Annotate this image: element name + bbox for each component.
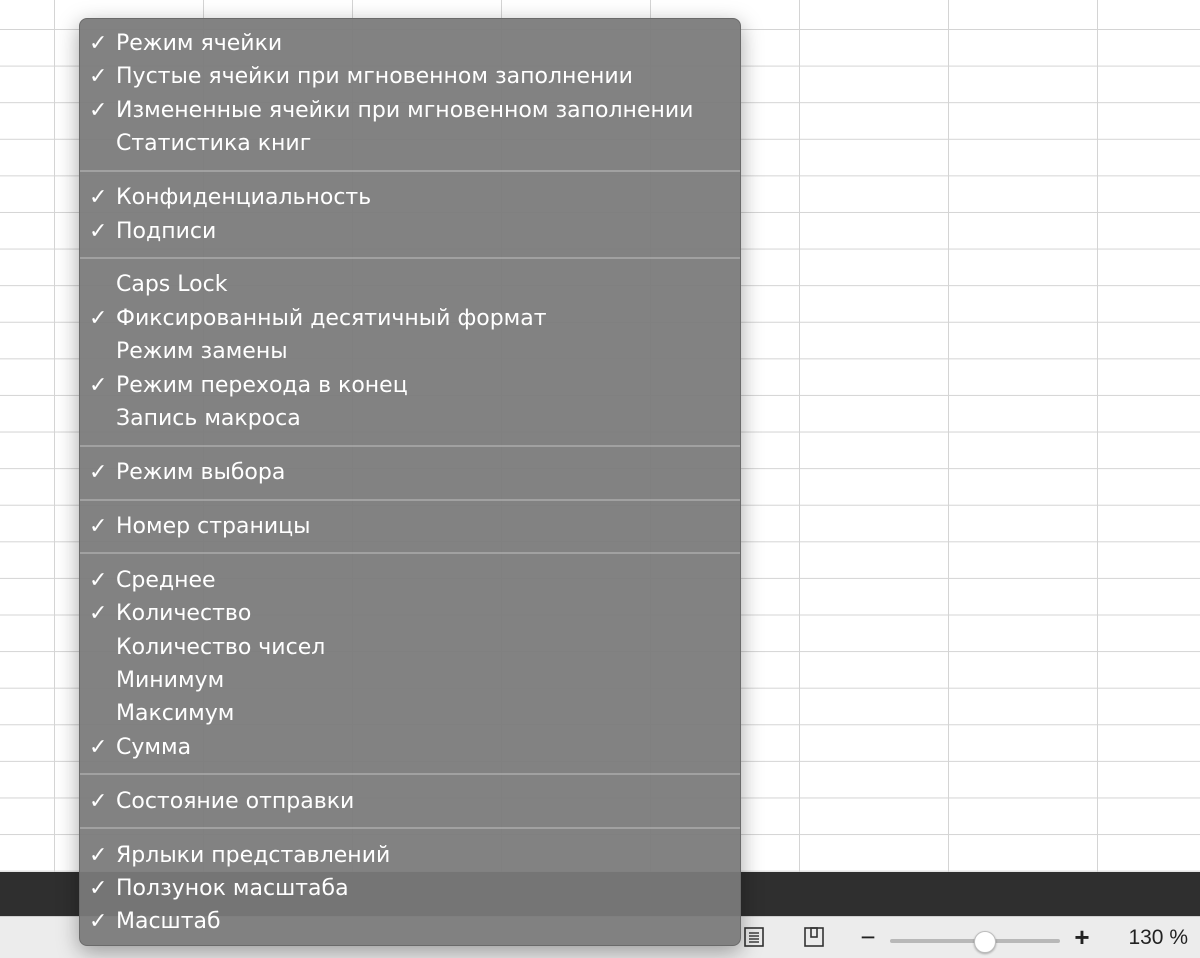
excel-window: − + 130 % ✓ Режим ячейки ✓ Пустые ячейки пр… xyxy=(0,0,1200,958)
checkmark-icon: ✓ xyxy=(89,909,108,935)
menu-item[interactable]: ✓ Сумма xyxy=(80,731,740,764)
menu-item[interactable]: Количество чисел xyxy=(80,631,740,664)
menu-item-label: Номер страницы xyxy=(116,513,311,539)
menu-item-label: Статистика книг xyxy=(116,131,312,157)
menu-item[interactable]: ✓ Ползунок масштаба xyxy=(80,872,740,905)
menu-item[interactable]: Статистика книг xyxy=(80,127,740,160)
checkmark-icon: ✓ xyxy=(89,185,108,211)
checkmark-icon: ✓ xyxy=(89,459,108,485)
zoom-in-button[interactable]: + xyxy=(1072,923,1092,951)
checkmark-icon xyxy=(89,631,113,664)
menu-item[interactable]: ✓ Пустые ячейки при мгновенном заполнении xyxy=(80,60,740,93)
menu-item-label: Режим перехода в конец xyxy=(116,372,408,398)
menu-separator xyxy=(80,444,740,447)
menu-item-label: Измененные ячейки при мгновенном заполне… xyxy=(116,97,694,123)
zoom-level-label[interactable]: 130 % xyxy=(1108,925,1188,951)
menu-item[interactable]: ✓ Режим перехода в конец xyxy=(80,369,740,402)
menu-item[interactable]: ✓ Режим выбора xyxy=(80,456,740,489)
page-break-view-icon[interactable] xyxy=(804,927,824,947)
menu-item[interactable]: ✓ Ярлыки представлений xyxy=(80,839,740,872)
menu-item-label: Количество xyxy=(116,601,252,627)
menu-item-label: Режим ячейки xyxy=(116,31,283,56)
menu-item-label: Фиксированный десятичный формат xyxy=(116,305,547,331)
checkmark-icon xyxy=(89,127,113,160)
checkmark-icon xyxy=(89,402,113,435)
menu-item-label: Конфиденциальность xyxy=(116,185,372,211)
checkmark-icon: ✓ xyxy=(89,513,108,539)
menu-separator xyxy=(80,257,740,260)
menu-item-label: Максимум xyxy=(116,701,235,727)
checkmark-icon: ✓ xyxy=(89,372,108,398)
checkmark-icon: ✓ xyxy=(89,218,108,244)
status-bar-context-menu: ✓ Режим ячейки ✓ Пустые ячейки при мгновенн… xyxy=(79,18,741,946)
menu-item-label: Количество чисел xyxy=(116,634,326,660)
menu-item[interactable]: ✓ Состояние отправки xyxy=(80,785,740,818)
menu-item[interactable]: Минимум xyxy=(80,664,740,697)
checkmark-icon: ✓ xyxy=(89,567,108,593)
menu-item-label: Среднее xyxy=(116,567,216,593)
checkmark-icon xyxy=(89,697,113,730)
menu-item[interactable]: Запись макроса xyxy=(80,402,740,435)
menu-item[interactable]: ✓ Количество xyxy=(80,597,740,630)
checkmark-icon: ✓ xyxy=(89,842,108,868)
menu-item-label: Подписи xyxy=(116,218,217,244)
checkmark-icon: ✓ xyxy=(89,601,108,627)
menu-item[interactable]: ✓ Конфиденциальность xyxy=(80,181,740,214)
checkmark-icon xyxy=(89,335,113,368)
menu-item[interactable]: ✓ Фиксированный десятичный формат xyxy=(80,302,740,335)
menu-separator xyxy=(80,773,740,776)
menu-item[interactable]: ✓ Номер страницы xyxy=(80,510,740,543)
checkmark-icon xyxy=(89,268,113,301)
menu-item-label: Минимум xyxy=(116,667,225,693)
zoom-slider[interactable] xyxy=(890,931,1060,953)
checkmark-icon: ✓ xyxy=(89,734,108,760)
checkmark-icon: ✓ xyxy=(89,788,108,814)
menu-separator xyxy=(80,552,740,555)
checkmark-icon: ✓ xyxy=(89,305,108,331)
menu-item[interactable]: Caps Lock xyxy=(80,268,740,301)
menu-item-label: Ползунок масштаба xyxy=(116,875,349,901)
menu-item-label: Режим замены xyxy=(116,339,288,365)
menu-separator xyxy=(80,498,740,501)
menu-item[interactable]: Режим замены xyxy=(80,335,740,368)
checkmark-icon: ✓ xyxy=(89,97,108,123)
menu-item[interactable]: ✓ Режим ячейки xyxy=(80,27,740,60)
menu-item[interactable]: ✓ Подписи xyxy=(80,215,740,248)
menu-item[interactable]: Максимум xyxy=(80,697,740,730)
menu-item[interactable]: ✓ Среднее xyxy=(80,564,740,597)
menu-separator xyxy=(80,827,740,830)
menu-item-label: Запись макроса xyxy=(116,406,301,431)
checkmark-icon xyxy=(89,664,113,697)
menu-item[interactable]: ✓ Масштаб xyxy=(80,905,740,938)
menu-item-label: Caps Lock xyxy=(116,272,228,298)
zoom-slider-knob[interactable] xyxy=(973,931,996,953)
zoom-out-button[interactable]: − xyxy=(858,923,878,951)
menu-item-label: Сумма xyxy=(116,734,192,760)
menu-item-label: Пустые ячейки при мгновенном заполнении xyxy=(116,64,633,90)
checkmark-icon: ✓ xyxy=(89,64,108,90)
menu-item-label: Состояние отправки xyxy=(116,788,355,814)
checkmark-icon: ✓ xyxy=(89,31,108,56)
page-layout-view-icon[interactable] xyxy=(744,927,764,947)
menu-item-label: Ярлыки представлений xyxy=(116,842,391,868)
menu-item[interactable]: ✓ Измененные ячейки при мгновенном заполн… xyxy=(80,94,740,127)
checkmark-icon: ✓ xyxy=(89,875,108,901)
menu-separator xyxy=(80,169,740,172)
menu-item-label: Режим выбора xyxy=(116,459,286,485)
menu-item-label: Масштаб xyxy=(116,909,221,935)
